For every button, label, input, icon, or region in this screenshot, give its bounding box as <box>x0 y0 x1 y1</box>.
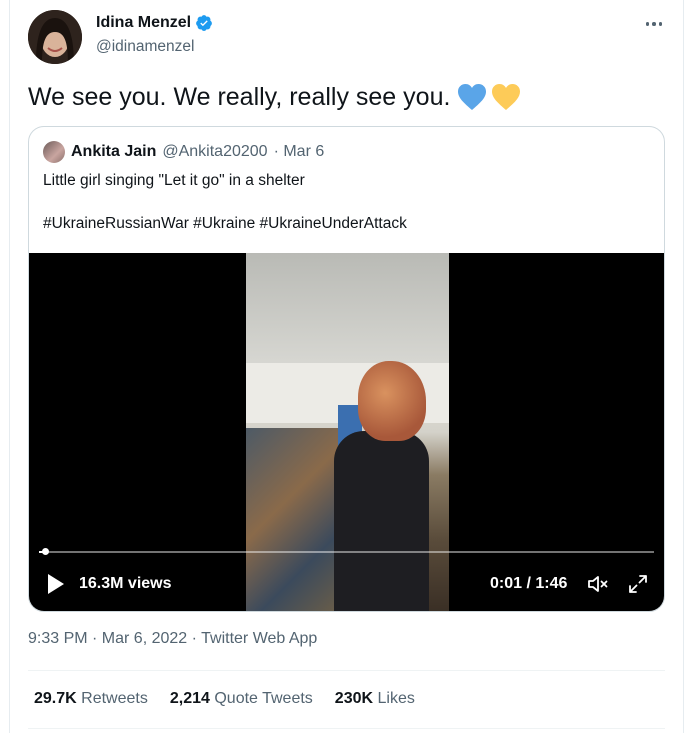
divider <box>28 670 665 671</box>
quoted-author-name: Ankita Jain <box>71 143 157 160</box>
quote-tweets-label: Quote Tweets <box>214 690 313 707</box>
video-scene-shelter <box>246 428 346 611</box>
video-player[interactable]: 16.3M views 0:01 / 1:46 <box>29 253 664 611</box>
video-scene-girl-hair <box>358 361 426 441</box>
quoted-author-avatar <box>43 141 65 163</box>
retweets-count: 29.7K <box>34 690 77 707</box>
dot-icon <box>658 22 663 26</box>
author-name-row[interactable]: Idina Menzel <box>96 14 213 32</box>
tweet-timestamp[interactable]: 9:33 PM · Mar 6, 2022 · <box>28 630 201 647</box>
yellow-heart-icon <box>492 84 521 110</box>
fullscreen-icon[interactable] <box>626 572 650 596</box>
more-options-button[interactable] <box>640 14 668 34</box>
likes-label: Likes <box>377 690 415 707</box>
video-scene-girl <box>334 431 429 611</box>
quoted-tweet-date: · Mar 6 <box>273 143 325 160</box>
author-avatar[interactable] <box>28 10 82 64</box>
retweets-stat[interactable]: 29.7K Retweets <box>34 690 148 708</box>
volume-muted-icon[interactable] <box>586 572 610 596</box>
tweet-source[interactable]: Twitter Web App <box>201 630 317 647</box>
verified-badge-icon <box>196 15 212 31</box>
quoted-tweet-header: Ankita Jain @Ankita20200 · Mar 6 <box>43 141 324 163</box>
video-frame <box>246 253 449 611</box>
tweet-text: We see you. We really, really see you. <box>28 82 451 111</box>
quote-tweets-stat[interactable]: 2,214 Quote Tweets <box>170 690 313 708</box>
tweet-meta: 9:33 PM · Mar 6, 2022 · Twitter Web App <box>28 630 317 648</box>
author-name[interactable]: Idina Menzel <box>96 14 191 32</box>
dot-icon <box>652 22 656 26</box>
retweets-label: Retweets <box>81 690 148 707</box>
quoted-tweet-text: Little girl singing "Let it go" in a she… <box>43 172 305 189</box>
play-icon[interactable] <box>47 573 65 595</box>
quoted-tweet-hashtags[interactable]: #UkraineRussianWar #Ukraine #UkraineUnde… <box>43 215 407 233</box>
quoted-tweet[interactable]: Ankita Jain @Ankita20200 · Mar 6 Little … <box>28 126 665 612</box>
likes-stat[interactable]: 230K Likes <box>335 690 415 708</box>
quote-tweets-count: 2,214 <box>169 690 210 707</box>
quoted-author-handle: @Ankita20200 <box>162 143 268 160</box>
video-progress-track[interactable] <box>39 551 654 553</box>
dot-icon <box>645 22 650 26</box>
video-views: 16.3M views <box>79 575 172 592</box>
tweet-stats: 29.7K Retweets 2,214 Quote Tweets 230K L… <box>34 690 415 708</box>
tweet-text-row: We see you. We really, really see you. <box>28 82 522 112</box>
blue-heart-icon <box>458 84 487 110</box>
divider <box>28 728 665 729</box>
video-time: 0:01 / 1:46 <box>490 575 568 592</box>
likes-count: 230K <box>334 690 374 707</box>
video-scene-ceiling <box>246 253 449 365</box>
video-progress-knob[interactable] <box>42 548 50 555</box>
author-handle[interactable]: @idinamenzel <box>96 38 194 56</box>
